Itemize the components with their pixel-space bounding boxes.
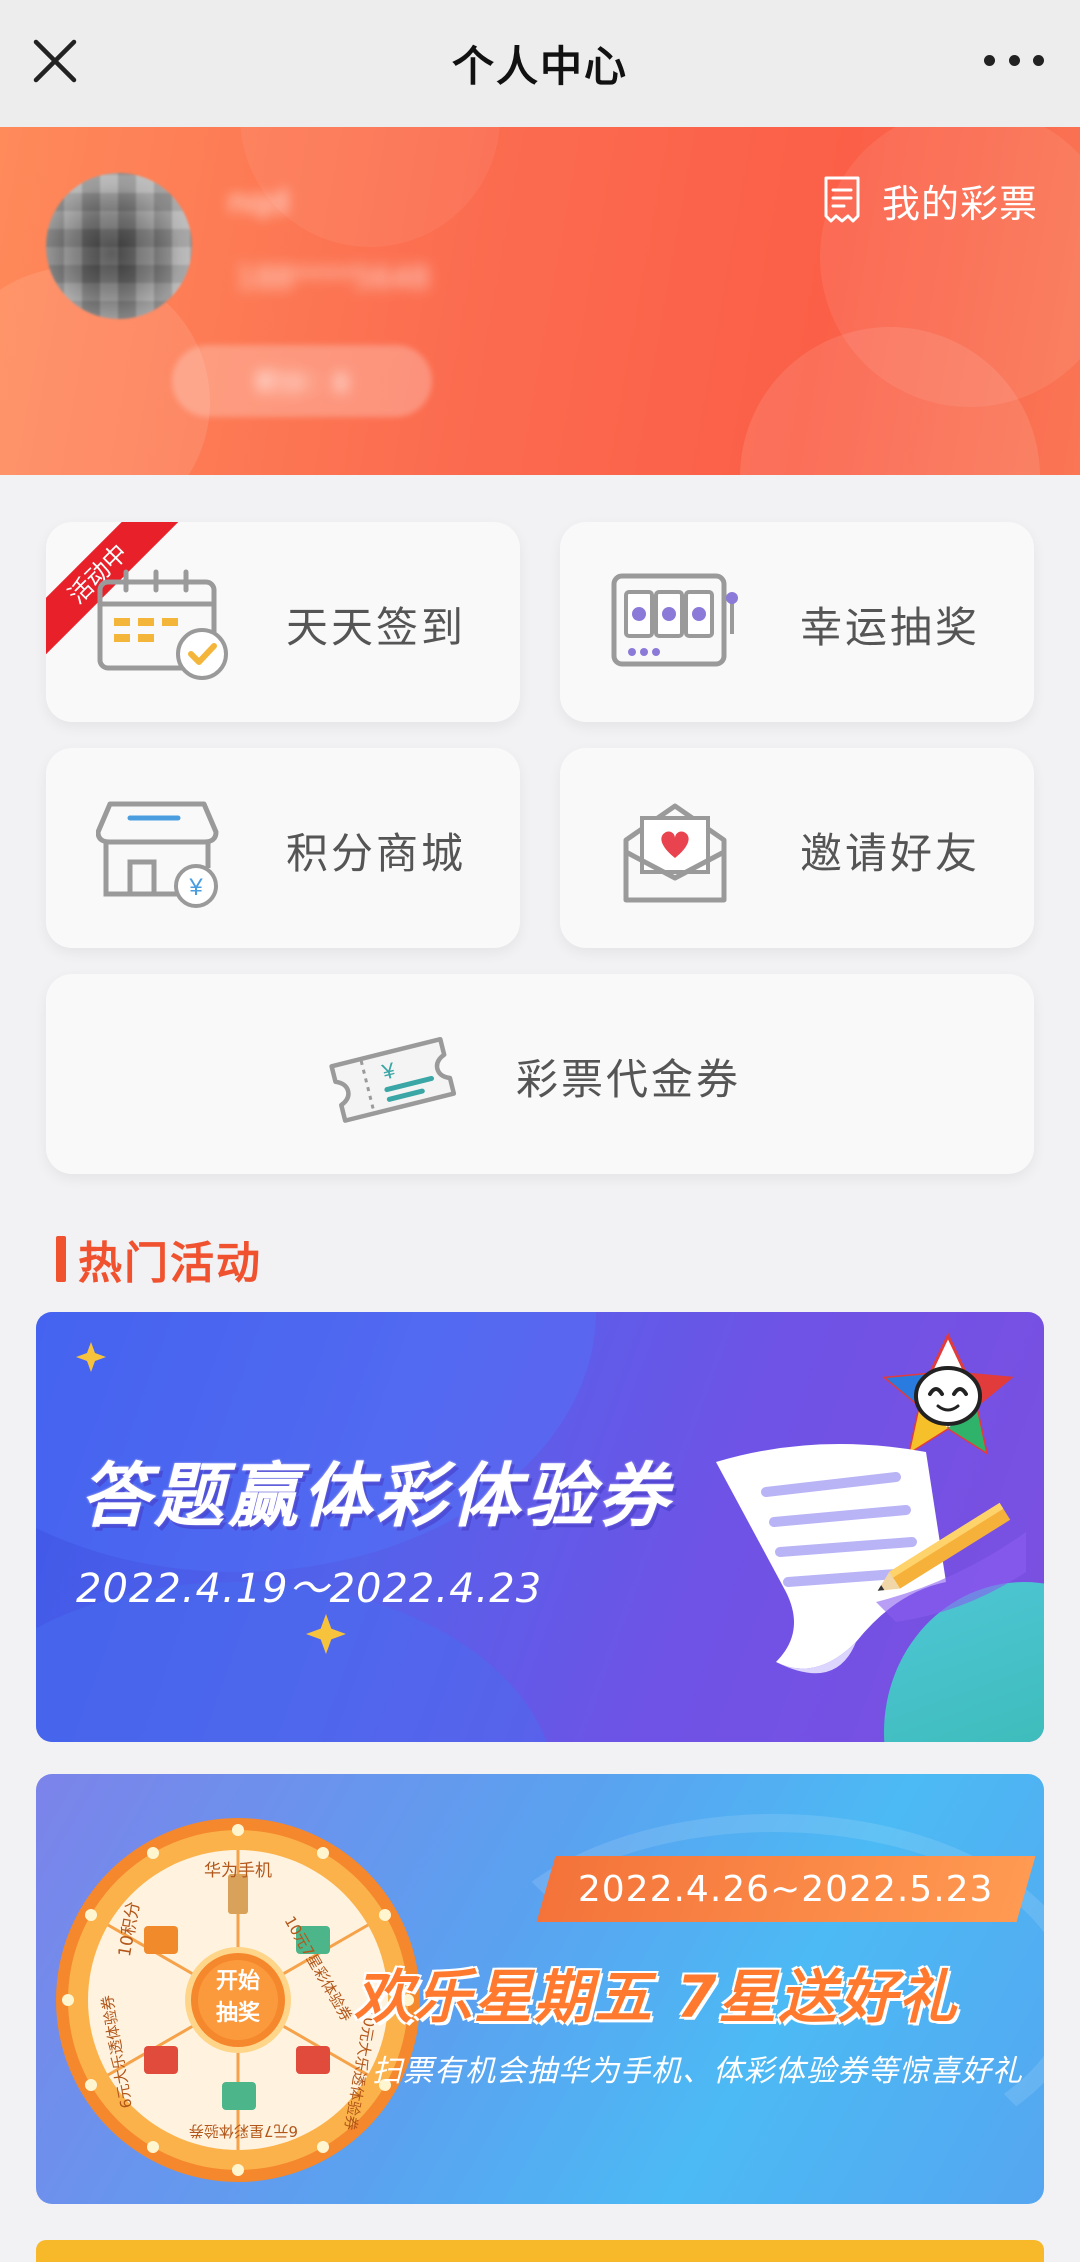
sparkle-icon: [306, 1614, 346, 1654]
happy-friday-subtitle: 扫票有机会抽华为手机、体彩体验券等惊喜好礼: [372, 2054, 1023, 2089]
slot-machine-icon: [611, 573, 738, 667]
invite-envelope-icon: [623, 803, 727, 903]
points-pill-label: 积分：8: [254, 368, 350, 399]
avatar[interactable]: [46, 173, 192, 319]
wheel-start-line1: 开始: [215, 1969, 261, 1994]
points-mall-card[interactable]: ¥ 积分商城: [46, 748, 520, 948]
invite-friends-card[interactable]: 邀请好友: [560, 748, 1034, 948]
happy-friday-date-tag: 2022.4.26~2022.5.23: [536, 1856, 1036, 1922]
section-marker: [56, 1236, 66, 1282]
hot-activities-heading: 热门活动: [56, 1232, 262, 1289]
lucky-draw-label: 幸运抽奖: [800, 603, 981, 652]
wheel-start-line2: 抽奖: [215, 2001, 261, 2026]
paper-pencil-illustration: [716, 1444, 1026, 1674]
username: nqd: [228, 183, 289, 221]
svg-text:¥: ¥: [188, 874, 203, 901]
happy-friday-title: 欢乐星期五 7星送好礼: [354, 1963, 959, 2031]
happy-friday-date: 2022.4.26~2022.5.23: [578, 1868, 994, 1910]
voucher-card[interactable]: ¥ 彩票代金券: [46, 974, 1034, 1174]
next-banner-peek[interactable]: [36, 2240, 1044, 2262]
hot-activities-title: 热门活动: [78, 1238, 262, 1289]
invite-friends-label: 邀请好友: [800, 829, 981, 878]
quiz-banner-title: 答题赢体彩体验券: [80, 1455, 672, 1537]
quiz-banner-date: 2022.4.19～2022.4.23: [76, 1566, 543, 1612]
page-title: 个人中心: [451, 42, 628, 91]
store-icon: ¥: [96, 801, 219, 908]
wheel-segment-label: 华为手机: [204, 1861, 272, 1881]
close-icon[interactable]: [28, 34, 82, 88]
wheel-start-button[interactable]: 开始 抽奖: [216, 1966, 260, 2030]
top-nav-bar: 个人中心: [0, 0, 1080, 127]
ticket-list-icon: [824, 176, 860, 223]
checkin-card[interactable]: 活动中 天天签到: [46, 522, 520, 722]
profile-header: nqd 188****5648 积分：8 我的彩票: [0, 127, 1080, 475]
quiz-activity-banner[interactable]: 答题赢体彩体验券 2022.4.19～2022.4.23: [36, 1312, 1044, 1742]
voucher-label: 彩票代金券: [516, 1055, 742, 1104]
more-options-icon[interactable]: [984, 48, 1044, 72]
voucher-ticket-icon: ¥: [329, 1036, 457, 1123]
checkin-label: 天天签到: [286, 603, 467, 652]
points-mall-label: 积分商城: [286, 829, 467, 878]
happy-friday-banner[interactable]: 华为手机 10元7星彩体验券 10元大乐透体验券 6元7星彩体验券 6元大乐透体…: [36, 1774, 1044, 2204]
my-lottery-label: 我的彩票: [881, 181, 1038, 226]
phone-number: 188****5648: [236, 261, 430, 296]
sparkle-icon: [76, 1342, 106, 1372]
lucky-draw-card[interactable]: 幸运抽奖: [560, 522, 1034, 722]
calendar-check-icon: [97, 569, 228, 680]
wheel-segment-label: 6元7星彩体验券: [188, 2122, 298, 2140]
my-lottery-button[interactable]: 我的彩票: [822, 173, 1038, 227]
points-pill[interactable]: 积分：8: [172, 345, 432, 417]
